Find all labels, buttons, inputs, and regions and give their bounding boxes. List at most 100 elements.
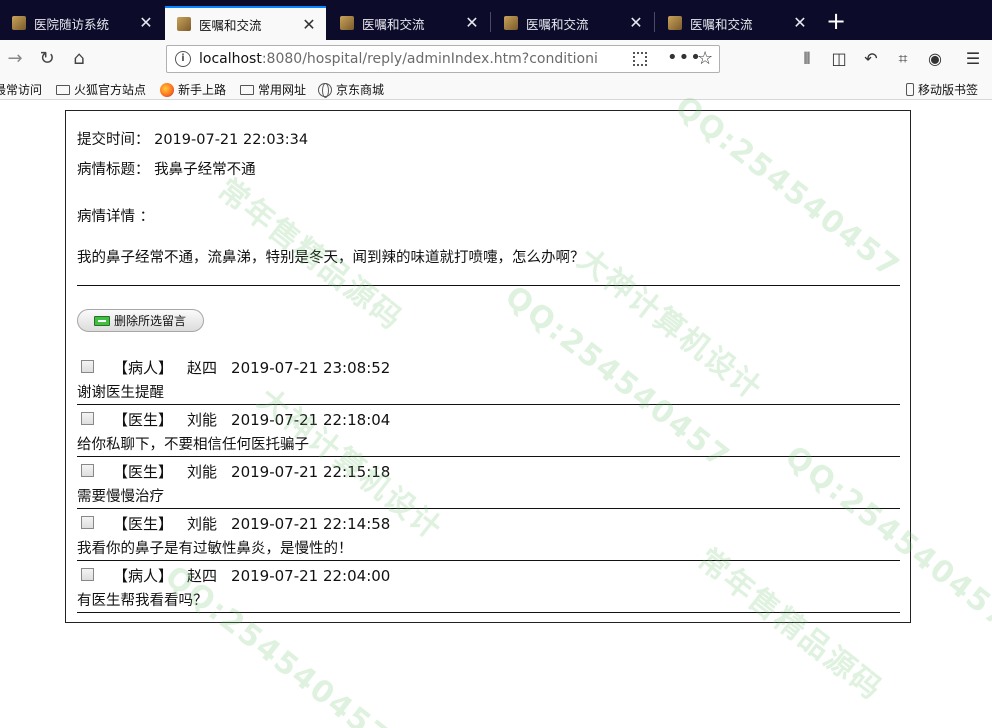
- bookmark-star-icon[interactable]: ☆: [697, 48, 713, 69]
- close-tab-icon[interactable]: ✕: [463, 14, 481, 32]
- title-label: 病情标题：: [77, 162, 150, 178]
- undo-icon[interactable]: ↶: [860, 48, 882, 70]
- folder-icon: [240, 84, 254, 95]
- message-checkbox[interactable]: [81, 568, 94, 581]
- message-item: 【医生】 刘能 2019-07-21 22:18:04 给你私聊下，不要相信任何医托…: [77, 405, 900, 457]
- divider: [77, 285, 900, 286]
- globe-icon: [318, 82, 332, 98]
- message-item: 【医生】 刘能 2019-07-21 22:15:18 需要慢慢治疗: [77, 457, 900, 509]
- tab-4[interactable]: 医嘱和交流 ✕: [492, 6, 653, 40]
- bookmark-getting-started[interactable]: 新手上路: [160, 81, 226, 98]
- message-time: 2019-07-21 22:15:18: [231, 463, 391, 481]
- title-row: 病情标题： 我鼻子经常不通: [77, 158, 256, 179]
- tab-strip: 医院随访系统 ✕ 医嘱和交流 ✕ 医嘱和交流 ✕ 医嘱和交流 ✕ 医嘱和交流 ✕…: [0, 0, 992, 40]
- url-text[interactable]: localhost:8080/hospital/reply/adminIndex…: [199, 51, 597, 67]
- bookmark-label: 移动版书签: [918, 83, 979, 97]
- message-time: 2019-07-21 22:18:04: [231, 411, 391, 429]
- bookmark-label: 新手上路: [178, 83, 227, 97]
- url-bar[interactable]: i localhost:8080/hospital/reply/adminInd…: [166, 45, 720, 73]
- bookmark-jd[interactable]: 京东商城: [318, 81, 384, 98]
- message-time: 2019-07-21 23:08:52: [231, 359, 391, 377]
- delete-selected-button[interactable]: 删除所选留言: [77, 309, 204, 332]
- bookmark-label: 京东商城: [336, 83, 385, 97]
- message-role: 【医生】: [113, 515, 174, 533]
- firefox-icon: [160, 82, 174, 97]
- close-tab-icon[interactable]: ✕: [137, 14, 155, 32]
- message-text: 给你私聊下，不要相信任何医托骗子: [77, 437, 309, 453]
- reload-icon[interactable]: ↻: [34, 46, 60, 72]
- message-text: 谢谢医生提醒: [77, 385, 164, 401]
- message-text: 有医生帮我看看吗？: [77, 593, 208, 609]
- site-favicon-icon: [177, 17, 191, 31]
- new-tab-button[interactable]: +: [822, 8, 850, 36]
- message-author: 刘能: [187, 515, 218, 533]
- navigation-bar: → ↻ ⌂ i localhost:8080/hospital/reply/ad…: [0, 40, 992, 78]
- detail-label: 病情详情 ：: [77, 209, 155, 225]
- menu-icon[interactable]: ☰: [962, 48, 984, 70]
- message-meta: 【医生】 刘能 2019-07-21 22:14:58: [113, 513, 404, 534]
- message-item: 【医生】 刘能 2019-07-21 22:14:58 我看你的鼻子是有过敏性鼻炎，…: [77, 509, 900, 561]
- submit-time-value: 2019-07-21 22:03:34: [154, 132, 309, 148]
- message-checkbox[interactable]: [81, 360, 94, 373]
- tab-5[interactable]: 医嘱和交流 ✕: [656, 6, 817, 40]
- url-path: :8080/hospital/reply/adminIndex.htm?cond…: [261, 51, 597, 67]
- site-favicon-icon: [668, 16, 682, 30]
- bookmark-most-visited[interactable]: 最常访问: [0, 81, 42, 98]
- message-item: 【病人】 赵四 2019-07-21 22:04:00 有医生帮我看看吗？: [77, 561, 900, 613]
- close-tab-icon[interactable]: ✕: [300, 16, 318, 34]
- bookmark-firefox-official[interactable]: 火狐官方站点: [56, 81, 146, 98]
- detail-text: 我的鼻子经常不通，流鼻涕，特别是冬天，闻到辣的味道就打喷嚏，怎么办啊？: [77, 250, 585, 266]
- screenshot-crop-icon[interactable]: ⌗: [892, 48, 914, 70]
- message-checkbox[interactable]: [81, 516, 94, 529]
- message-role: 【病人】: [113, 567, 174, 585]
- message-time: 2019-07-21 22:14:58: [231, 515, 391, 533]
- title-value: 我鼻子经常不通: [154, 162, 256, 178]
- submit-time-row: 提交时间： 2019-07-21 22:03:34: [77, 128, 308, 149]
- tab-2[interactable]: 医嘱和交流 ✕: [165, 6, 326, 40]
- site-favicon-icon: [504, 16, 518, 30]
- qr-code-icon[interactable]: [633, 52, 647, 66]
- tab-3[interactable]: 医嘱和交流 ✕: [328, 6, 489, 40]
- message-meta: 【病人】 赵四 2019-07-21 22:04:00: [113, 565, 404, 586]
- message-author: 赵四: [187, 359, 218, 377]
- delete-icon: [94, 315, 110, 326]
- mobile-phone-icon: [906, 83, 914, 96]
- message-checkbox[interactable]: [81, 412, 94, 425]
- submit-time-label: 提交时间：: [77, 132, 150, 148]
- message-text: 我看你的鼻子是有过敏性鼻炎，是慢性的！: [77, 541, 353, 557]
- delete-button-label: 删除所选留言: [114, 314, 187, 328]
- home-icon[interactable]: ⌂: [66, 46, 92, 72]
- tab-separator: [490, 12, 491, 32]
- bookmark-mobile[interactable]: 移动版书签: [906, 81, 978, 98]
- message-meta: 【病人】 赵四 2019-07-21 23:08:52: [113, 357, 404, 378]
- site-favicon-icon: [12, 16, 26, 30]
- bookmark-label: 常用网址: [258, 83, 307, 97]
- message-text: 需要慢慢治疗: [77, 489, 164, 505]
- message-time: 2019-07-21 22:04:00: [231, 567, 391, 585]
- tab-1[interactable]: 医院随访系统 ✕: [0, 6, 163, 40]
- sidebar-icon[interactable]: ◫: [828, 48, 850, 70]
- site-favicon-icon: [340, 16, 354, 30]
- message-item: 【病人】 赵四 2019-07-21 23:08:52 谢谢医生提醒: [77, 353, 900, 405]
- url-host: localhost: [199, 51, 262, 67]
- message-checkbox[interactable]: [81, 464, 94, 477]
- close-tab-icon[interactable]: ✕: [791, 14, 809, 32]
- tab-separator: [654, 12, 655, 32]
- folder-icon: [56, 84, 70, 95]
- message-author: 刘能: [187, 411, 218, 429]
- library-icon[interactable]: ⫴: [796, 48, 818, 70]
- message-role: 【医生】: [113, 463, 174, 481]
- message-author: 刘能: [187, 463, 218, 481]
- message-role: 【病人】: [113, 359, 174, 377]
- message-role: 【医生】: [113, 411, 174, 429]
- site-info-icon[interactable]: i: [175, 51, 191, 67]
- account-icon[interactable]: ◉: [924, 48, 946, 70]
- forward-arrow-icon[interactable]: →: [2, 46, 28, 72]
- close-tab-icon[interactable]: ✕: [627, 14, 645, 32]
- bookmark-label: 火狐官方站点: [74, 83, 147, 97]
- consultation-panel: 提交时间： 2019-07-21 22:03:34 病情标题： 我鼻子经常不通 …: [65, 110, 911, 623]
- bookmarks-bar: 最常访问 火狐官方站点 新手上路 常用网址 京东商城 移动版书签: [0, 78, 992, 100]
- bookmark-common-sites[interactable]: 常用网址: [240, 81, 306, 98]
- message-meta: 【医生】 刘能 2019-07-21 22:15:18: [113, 461, 404, 482]
- bookmark-label: 最常访问: [0, 83, 43, 97]
